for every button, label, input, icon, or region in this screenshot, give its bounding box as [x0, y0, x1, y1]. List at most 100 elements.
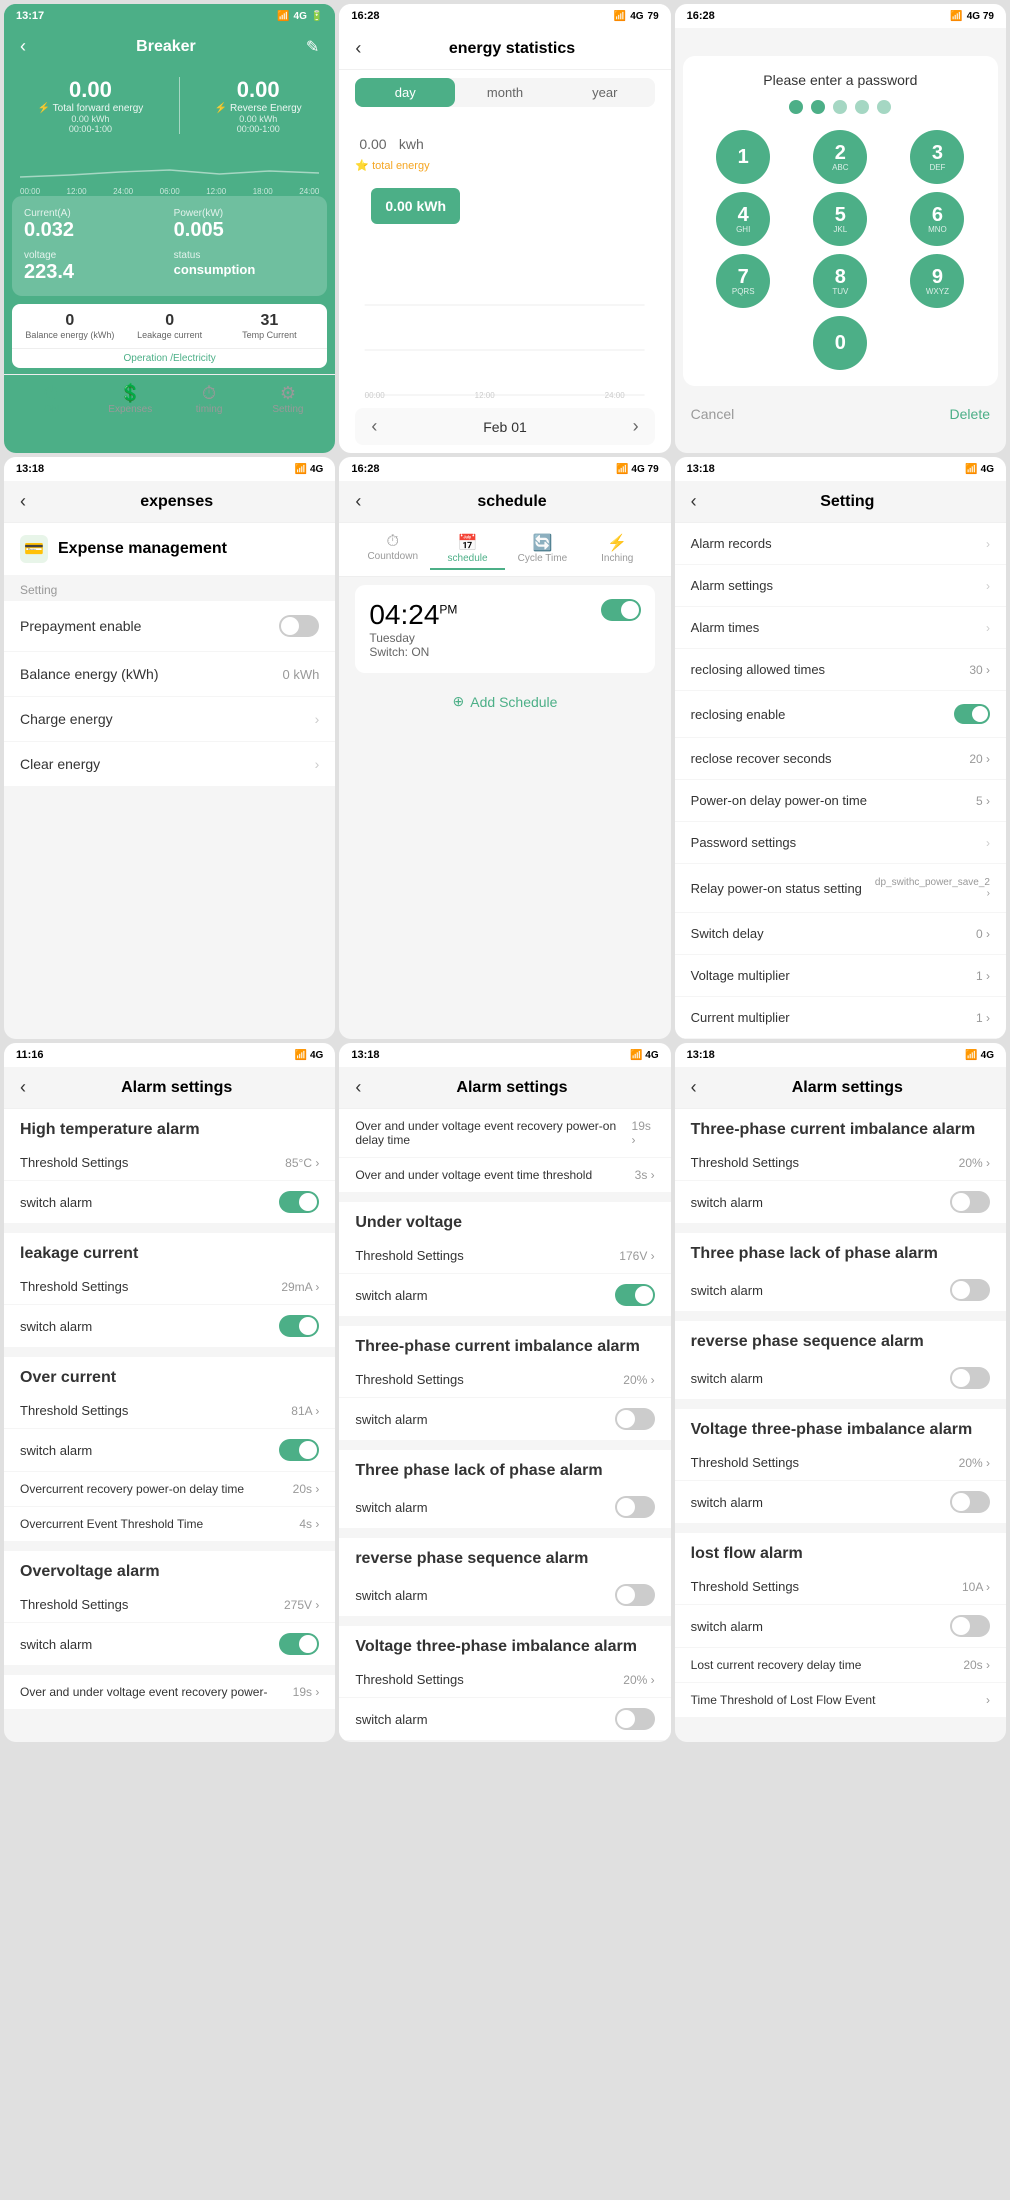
- alarm-records-item[interactable]: Alarm records ›: [675, 523, 1006, 565]
- a3-voltage-toggle[interactable]: [950, 1491, 990, 1513]
- reverse-label: ⚡ Reverse Energy: [215, 103, 302, 114]
- nav-expenses[interactable]: 💲 Expenses: [91, 383, 170, 415]
- expense-nav-title: expenses: [34, 493, 319, 511]
- key-5[interactable]: 5JKL: [813, 192, 867, 246]
- a3-threephase-current: Three-phase current imbalance alarm Thre…: [675, 1109, 1006, 1224]
- key-0[interactable]: 0: [813, 316, 867, 370]
- tab-month[interactable]: month: [455, 78, 555, 107]
- a3-lack-phase-toggle[interactable]: [950, 1279, 990, 1301]
- overcurrent-toggle[interactable]: [279, 1439, 319, 1461]
- energy-big-number: 0.00 kwh: [339, 115, 670, 159]
- overcurrent-switch: switch alarm: [4, 1429, 335, 1472]
- current-multiplier-item: Current multiplier 1 ›: [675, 997, 1006, 1039]
- alarm-settings-item[interactable]: Alarm settings ›: [675, 565, 1006, 607]
- back-btn-expense[interactable]: ‹: [20, 491, 26, 512]
- schedule-toggle[interactable]: [601, 599, 641, 621]
- nav-cycle[interactable]: 🔄 Cycle Time: [505, 529, 580, 570]
- date-next-btn[interactable]: ›: [633, 416, 639, 437]
- lost-flow-toggle[interactable]: [950, 1615, 990, 1637]
- charge-energy-label: Charge energy: [20, 711, 113, 727]
- high-temp-toggle[interactable]: [279, 1191, 319, 1213]
- undervoltage-switch: switch alarm: [339, 1274, 670, 1317]
- expense-main-title: Expense management: [58, 540, 227, 558]
- setting-header: ‹ Setting: [675, 481, 1006, 523]
- leakage-threshold: Threshold Settings 29mA ›: [4, 1269, 335, 1305]
- a3-threephase-current-title: Three-phase current imbalance alarm: [675, 1109, 1006, 1145]
- cancel-btn[interactable]: Cancel: [691, 406, 735, 422]
- delete-btn[interactable]: Delete: [950, 406, 990, 422]
- nav-on[interactable]: ⏻ ON: [12, 383, 91, 415]
- divider-a2-1: [339, 1194, 670, 1202]
- nav-inching[interactable]: ⚡ Inching: [580, 529, 655, 570]
- back-btn-setting[interactable]: ‹: [691, 491, 697, 512]
- threephase-current-toggle[interactable]: [615, 1408, 655, 1430]
- status-time-alarm3: 13:18: [687, 1049, 715, 1061]
- charge-energy-item[interactable]: Charge energy ›: [4, 697, 335, 742]
- chart-area: 00:0012:0024:0006:0012:0018:0024:00: [4, 138, 335, 188]
- date-nav: ‹ Feb 01 ›: [355, 408, 654, 445]
- leakage-title: leakage current: [4, 1233, 335, 1269]
- svg-text:00:00: 00:00: [365, 391, 386, 400]
- nav-schedule[interactable]: 📅 schedule: [430, 529, 505, 570]
- key-8[interactable]: 8TUV: [813, 254, 867, 308]
- key-9[interactable]: 9WXYZ: [910, 254, 964, 308]
- clear-energy-item[interactable]: Clear energy ›: [4, 742, 335, 787]
- alarm-times-item[interactable]: Alarm times ›: [675, 607, 1006, 649]
- overvoltage-toggle[interactable]: [279, 1633, 319, 1655]
- reverse-phase-toggle[interactable]: [615, 1584, 655, 1606]
- prepayment-toggle[interactable]: [279, 615, 319, 637]
- password-settings-item[interactable]: Password settings ›: [675, 822, 1006, 864]
- expense-header: ‹ expenses: [4, 481, 335, 523]
- charge-energy-arrow: ›: [315, 711, 320, 727]
- key-4[interactable]: 4GHI: [716, 192, 770, 246]
- nav-countdown[interactable]: ⏱ Countdown: [355, 529, 430, 570]
- signal-icon: 📶: [277, 11, 289, 22]
- voltage-val: 223.4: [24, 261, 74, 283]
- leakage-stat: 0 Leakage current: [120, 312, 220, 340]
- leakage-toggle[interactable]: [279, 1315, 319, 1337]
- key-2[interactable]: 2ABC: [813, 130, 867, 184]
- breaker-title: Breaker: [26, 38, 306, 56]
- edit-icon[interactable]: ✎: [306, 37, 319, 57]
- high-temp-threshold: Threshold Settings 85°C ›: [4, 1145, 335, 1181]
- lost-flow-switch: switch alarm: [675, 1605, 1006, 1648]
- reclose-recover-item: reclose recover seconds 20 ›: [675, 738, 1006, 780]
- a3-voltage-threshold: Threshold Settings 20% ›: [675, 1445, 1006, 1481]
- tab-year[interactable]: year: [555, 78, 655, 107]
- schedule-icon: 📅: [434, 533, 501, 553]
- a3-threephase-toggle[interactable]: [950, 1191, 990, 1213]
- date-prev-btn[interactable]: ‹: [371, 416, 377, 437]
- key-1[interactable]: 1: [716, 130, 770, 184]
- undervoltage-section: Under voltage Threshold Settings 176V › …: [339, 1202, 670, 1317]
- current-val: 0.032: [24, 219, 74, 241]
- power-val: 0.005: [174, 219, 224, 241]
- overcurrent-section: Over current Threshold Settings 81A › sw…: [4, 1357, 335, 1542]
- back-btn-alarm3[interactable]: ‹: [691, 1077, 697, 1098]
- back-btn-energy[interactable]: ‹: [355, 38, 361, 59]
- nav-setting[interactable]: ⚙ Setting: [248, 383, 327, 415]
- undervoltage-toggle[interactable]: [615, 1284, 655, 1306]
- divider3: [4, 1543, 335, 1551]
- key-0-wrapper: 0: [796, 316, 885, 370]
- back-btn-alarm1[interactable]: ‹: [20, 1077, 26, 1098]
- password-settings-value: ›: [986, 836, 990, 850]
- back-btn-alarm2[interactable]: ‹: [355, 1077, 361, 1098]
- key-6[interactable]: 6MNO: [910, 192, 964, 246]
- add-schedule-btn[interactable]: ⊕ Add Schedule: [339, 681, 670, 722]
- key-3[interactable]: 3DEF: [910, 130, 964, 184]
- reclosing-enable-toggle[interactable]: [954, 704, 990, 724]
- back-btn-schedule[interactable]: ‹: [355, 491, 361, 512]
- nav-timing[interactable]: ⏱ timing: [170, 383, 249, 415]
- tab-day[interactable]: day: [355, 78, 455, 107]
- reclosing-enable-label: reclosing enable: [691, 707, 786, 722]
- reclosing-allowed-label: reclosing allowed times: [691, 662, 825, 677]
- key-7[interactable]: 7PQRS: [716, 254, 770, 308]
- a3-reverse-phase-toggle[interactable]: [950, 1367, 990, 1389]
- schedule-day: Tuesday: [369, 631, 457, 645]
- bottom-card: 0 Balance energy (kWh) 0 Leakage current…: [12, 304, 327, 368]
- threephase-current-switch: switch alarm: [339, 1398, 670, 1441]
- schedule-nav: ⏱ Countdown 📅 schedule 🔄 Cycle Time ⚡ In…: [339, 523, 670, 577]
- voltage-threephase-toggle[interactable]: [615, 1708, 655, 1730]
- overvoltage-section: Overvoltage alarm Threshold Settings 275…: [4, 1551, 335, 1666]
- lack-phase-toggle[interactable]: [615, 1496, 655, 1518]
